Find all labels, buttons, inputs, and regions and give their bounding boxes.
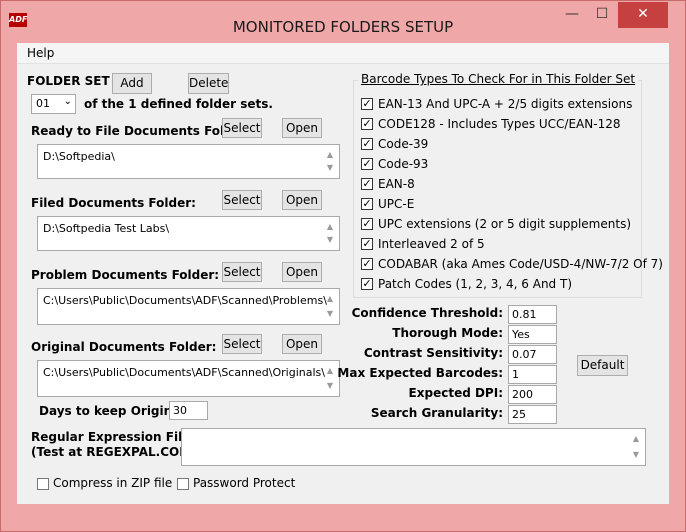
regex-input[interactable]: ▲ ▼ <box>181 428 646 466</box>
problem-folder-value: C:\Users\Public\Documents\ADF\Scanned\Pr… <box>43 294 327 307</box>
barcode-checkbox-patch[interactable]: ✓ <box>361 278 373 290</box>
ready-folder-label: Ready to File Documents Folder: <box>31 124 252 138</box>
filed-select-button[interactable]: Select <box>222 190 262 210</box>
thorough-input[interactable]: Yes <box>508 325 557 344</box>
barcode-checkbox-code39[interactable]: ✓ <box>361 138 373 150</box>
scrollbar[interactable]: ▲ ▼ <box>322 218 338 249</box>
menu-bar: Help <box>17 43 669 64</box>
dpi-label: Expected DPI: <box>408 386 503 400</box>
barcode-label-code39: Code-39 <box>378 137 429 151</box>
app-window: ADF MONITORED FOLDERS SETUP — ☐ ✕ Help F… <box>0 0 686 532</box>
max-barcodes-label: Max Expected Barcodes: <box>337 366 503 380</box>
problem-open-button[interactable]: Open <box>282 262 322 282</box>
folder-set-select[interactable]: 01 ⌄ <box>31 94 76 114</box>
original-select-button[interactable]: Select <box>222 334 262 354</box>
client-area: FOLDER SET Add Delete 01 ⌄ of the 1 defi… <box>17 64 669 504</box>
days-input[interactable]: 30 <box>169 401 208 420</box>
password-checkbox[interactable] <box>177 478 189 490</box>
contrast-label: Contrast Sensitivity: <box>363 346 503 360</box>
zip-checkbox[interactable] <box>37 478 49 490</box>
original-open-button[interactable]: Open <box>282 334 322 354</box>
scroll-down-icon[interactable]: ▼ <box>628 448 644 462</box>
problem-select-button[interactable]: Select <box>222 262 262 282</box>
original-folder-field[interactable]: C:\Users\Public\Documents\ADF\Scanned\Or… <box>37 360 340 397</box>
barcode-label-ean13: EAN-13 And UPC-A + 2/5 digits extensions <box>378 97 633 111</box>
dpi-input[interactable]: 200 <box>508 385 557 404</box>
delete-button[interactable]: Delete <box>188 73 229 94</box>
zip-label: Compress in ZIP file <box>53 476 173 490</box>
regex-sublabel: (Test at REGEXPAL.COM) <box>31 445 197 459</box>
confidence-input[interactable]: 0.81 <box>508 305 557 324</box>
barcode-label-ean8: EAN-8 <box>378 177 415 191</box>
barcode-checkbox-upce[interactable]: ✓ <box>361 198 373 210</box>
max-barcodes-input[interactable]: 1 <box>508 365 557 384</box>
barcode-label-upc-ext: UPC extensions (2 or 5 digit supplements… <box>378 217 631 231</box>
problem-folder-label: Problem Documents Folder: <box>31 268 220 282</box>
scroll-up-icon[interactable]: ▲ <box>322 148 338 162</box>
ready-select-button[interactable]: Select <box>222 118 262 138</box>
granularity-input[interactable]: 25 <box>508 405 557 424</box>
barcode-checkbox-i2of5[interactable]: ✓ <box>361 238 373 250</box>
confidence-label: Confidence Threshold: <box>351 306 503 320</box>
password-label: Password Protect <box>193 476 296 490</box>
chevron-down-icon: ⌄ <box>63 96 72 107</box>
maximize-button[interactable]: ☐ <box>587 2 617 28</box>
close-button[interactable]: ✕ <box>618 2 668 28</box>
title-bar[interactable]: ADF MONITORED FOLDERS SETUP — ☐ ✕ <box>1 1 685 43</box>
granularity-label: Search Granularity: <box>370 406 503 420</box>
ready-folder-field[interactable]: D:\Softpedia\ ▲ ▼ <box>37 144 340 179</box>
barcode-checkbox-ean8[interactable]: ✓ <box>361 178 373 190</box>
barcode-checkbox-codabar[interactable]: ✓ <box>361 258 373 270</box>
folder-set-label: FOLDER SET <box>27 74 110 88</box>
barcode-checkbox-code128[interactable]: ✓ <box>361 118 373 130</box>
barcode-checkbox-code93[interactable]: ✓ <box>361 158 373 170</box>
filed-open-button[interactable]: Open <box>282 190 322 210</box>
filed-folder-label: Filed Documents Folder: <box>31 196 196 210</box>
scroll-up-icon[interactable]: ▲ <box>628 432 644 446</box>
thorough-label: Thorough Mode: <box>392 326 503 340</box>
original-folder-value: C:\Users\Public\Documents\ADF\Scanned\Or… <box>43 366 325 379</box>
barcode-label-code128: CODE128 - Includes Types UCC/EAN-128 <box>378 117 621 131</box>
folder-set-value: 01 <box>36 97 50 110</box>
default-button[interactable]: Default <box>577 355 628 376</box>
barcode-label-codabar: CODABAR (aka Ames Code/USD-4/NW-7/2 Of 7… <box>378 257 663 271</box>
menu-help[interactable]: Help <box>27 46 54 60</box>
scroll-up-icon[interactable]: ▲ <box>322 292 338 306</box>
scroll-down-icon[interactable]: ▼ <box>322 233 338 247</box>
scroll-up-icon[interactable]: ▲ <box>322 220 338 234</box>
filed-folder-value: D:\Softpedia Test Labs\ <box>43 222 170 235</box>
barcode-checkbox-upc-ext[interactable]: ✓ <box>361 218 373 230</box>
add-button[interactable]: Add <box>112 73 152 94</box>
problem-folder-field[interactable]: C:\Users\Public\Documents\ADF\Scanned\Pr… <box>37 288 340 325</box>
original-folder-label: Original Documents Folder: <box>31 340 217 354</box>
folder-set-summary: of the 1 defined folder sets. <box>84 97 273 111</box>
scrollbar[interactable]: ▲ ▼ <box>628 430 644 464</box>
barcode-group-title: Barcode Types To Check For in This Folde… <box>358 72 639 86</box>
ready-folder-value: D:\Softpedia\ <box>43 150 115 163</box>
filed-folder-field[interactable]: D:\Softpedia Test Labs\ ▲ ▼ <box>37 216 340 251</box>
barcode-label-i2of5: Interleaved 2 of 5 <box>378 237 485 251</box>
barcode-label-code93: Code-93 <box>378 157 429 171</box>
minimize-button[interactable]: — <box>557 2 587 28</box>
scroll-down-icon[interactable]: ▼ <box>322 161 338 175</box>
barcode-label-patch: Patch Codes (1, 2, 3, 4, 6 And T) <box>378 277 573 291</box>
barcode-checkbox-ean13[interactable]: ✓ <box>361 98 373 110</box>
scrollbar[interactable]: ▲ ▼ <box>322 146 338 177</box>
barcode-label-upce: UPC-E <box>378 197 415 211</box>
contrast-input[interactable]: 0.07 <box>508 345 557 364</box>
ready-open-button[interactable]: Open <box>282 118 322 138</box>
